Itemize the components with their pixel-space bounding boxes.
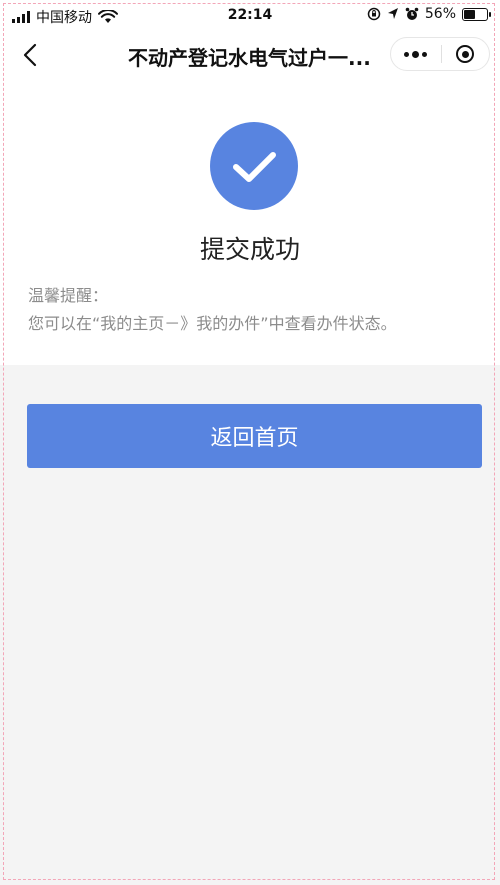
checkmark-icon (233, 152, 276, 182)
mini-program-capsule (390, 37, 490, 71)
return-home-button[interactable]: 返回首页 (27, 404, 482, 468)
close-icon[interactable] (441, 38, 489, 70)
location-icon (387, 8, 398, 19)
more-icon[interactable] (391, 38, 441, 70)
tips-label: 温馨提醒： (28, 286, 109, 305)
nav-bar: 不动产登记水电气过户一... (0, 30, 500, 80)
battery-percent: 56% (424, 6, 456, 22)
status-right: 56% (367, 6, 491, 22)
battery-fill (464, 9, 476, 19)
orientation-lock-icon (367, 7, 381, 21)
success-card: 提交成功 温馨提醒： 您可以在“我的主页－》我的办件”中查看办件状态。 (0, 80, 500, 365)
page-title: 不动产登记水电气过户一... (128, 46, 371, 70)
success-title: 提交成功 (199, 235, 300, 264)
success-check-circle (210, 122, 298, 210)
battery-icon (462, 7, 491, 21)
status-bar: 中国移动 22:14 56% (0, 0, 500, 30)
alarm-icon (405, 7, 419, 20)
back-icon[interactable] (18, 42, 44, 68)
tips-text: 您可以在“我的主页－》我的办件”中查看办件状态。 (28, 314, 397, 333)
